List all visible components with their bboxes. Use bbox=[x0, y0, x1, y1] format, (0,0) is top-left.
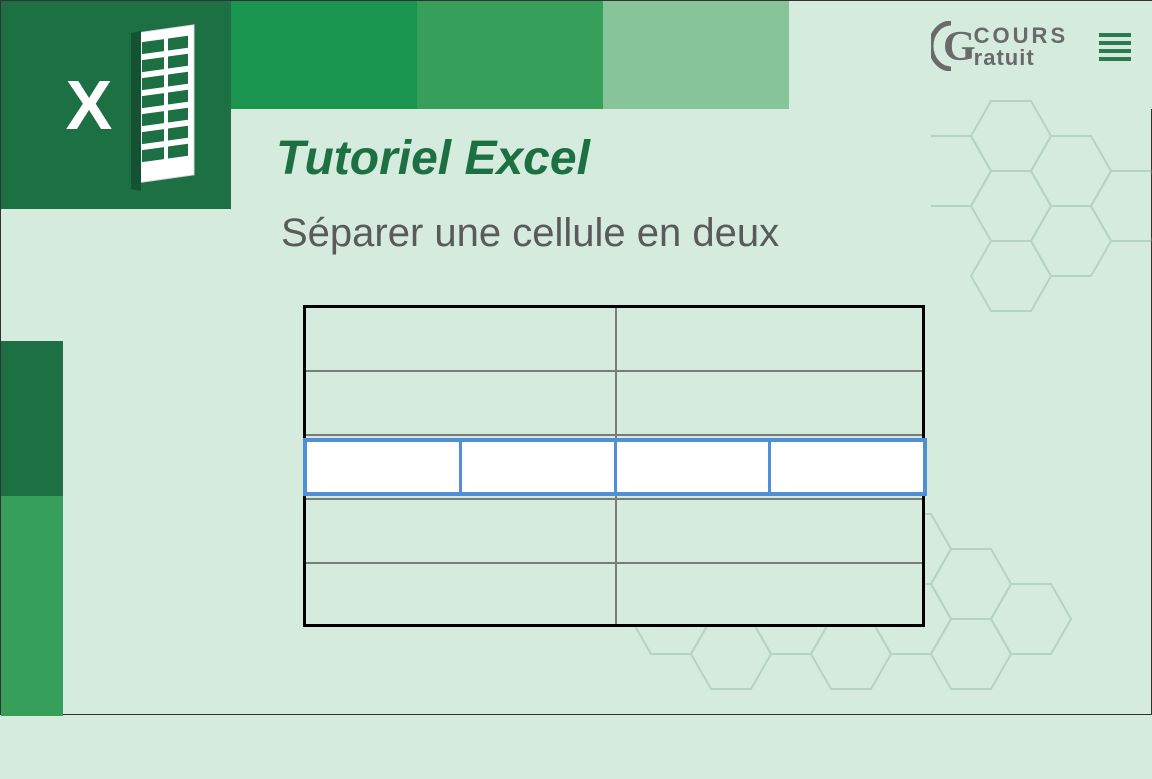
selected-row bbox=[303, 438, 927, 496]
logo-line1: COURS bbox=[974, 25, 1068, 47]
tile-3 bbox=[603, 1, 789, 109]
table-illustration bbox=[303, 305, 925, 627]
hex-decoration-1 bbox=[931, 81, 1152, 341]
logo-decoration-lines bbox=[1099, 33, 1131, 65]
selected-cell bbox=[771, 442, 923, 492]
grid-horizontal-line bbox=[306, 434, 922, 436]
excel-icon: X bbox=[31, 21, 211, 201]
page-title: Tutoriel Excel bbox=[276, 131, 590, 186]
logo-line2: ratuit bbox=[974, 47, 1068, 69]
page-subtitle: Séparer une cellule en deux bbox=[281, 211, 779, 256]
selected-cell bbox=[307, 442, 462, 492]
excel-letter: X bbox=[66, 66, 113, 144]
selected-cell bbox=[617, 442, 772, 492]
selected-cell bbox=[462, 442, 617, 492]
grid-horizontal-line bbox=[306, 370, 922, 372]
grid-horizontal-line bbox=[306, 498, 922, 500]
cours-gratuit-logo: G COURS ratuit bbox=[943, 19, 1123, 74]
sidebar-block-mid bbox=[1, 341, 63, 496]
sidebar-block-bottom bbox=[1, 496, 63, 716]
tile-1 bbox=[231, 1, 417, 109]
grid-horizontal-line bbox=[306, 562, 922, 564]
tile-2 bbox=[417, 1, 603, 109]
